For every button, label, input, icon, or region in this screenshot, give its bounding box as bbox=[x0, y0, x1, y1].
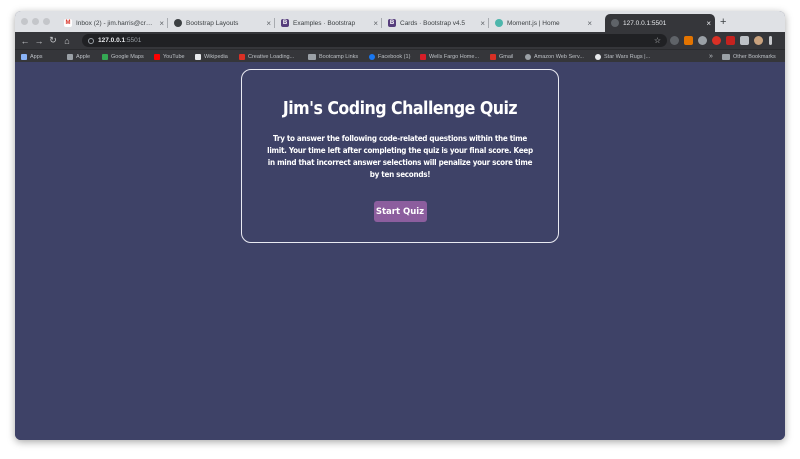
quiz-intro-card: Jim's Coding Challenge Quiz Try to answe… bbox=[241, 69, 559, 243]
quiz-title: Jim's Coding Challenge Quiz bbox=[282, 98, 518, 119]
tab-cards-bootstrap[interactable]: B Cards · Bootstrap v4.5 × bbox=[382, 14, 489, 32]
close-tab-icon[interactable]: × bbox=[480, 19, 485, 28]
tab-gmail[interactable]: M Inbox (2) - jim.harris@creativ... × bbox=[58, 14, 168, 32]
bookmark-label: Apps bbox=[30, 53, 43, 60]
tab-title: Inbox (2) - jim.harris@creativ... bbox=[76, 19, 155, 27]
gmail-icon bbox=[239, 53, 245, 60]
extension-icon[interactable] bbox=[726, 36, 735, 45]
bookmark-wells-fargo[interactable]: Wells Fargo Home... bbox=[420, 51, 479, 62]
moment-icon bbox=[495, 19, 503, 27]
facebook-icon bbox=[369, 53, 375, 60]
folder-icon bbox=[722, 53, 730, 60]
wells-fargo-icon bbox=[420, 53, 426, 60]
home-icon[interactable]: ⌂ bbox=[60, 36, 74, 46]
bookmark-label: Other Bookmarks bbox=[733, 53, 776, 60]
close-tab-icon[interactable]: × bbox=[706, 19, 711, 28]
apple-icon bbox=[67, 53, 73, 60]
globe-icon bbox=[174, 19, 182, 27]
address-host: 127.0.0.1 bbox=[98, 37, 126, 44]
extension-icon[interactable] bbox=[698, 36, 707, 45]
wikipedia-icon bbox=[195, 53, 201, 60]
tab-title: Bootstrap Layouts bbox=[186, 19, 239, 27]
bookmark-label: Facebook (1) bbox=[378, 53, 411, 60]
tab-examples-bootstrap[interactable]: B Examples · Bootstrap × bbox=[275, 14, 382, 32]
page-content: Jim's Coding Challenge Quiz Try to answe… bbox=[15, 62, 785, 440]
maximize-window-button[interactable] bbox=[43, 18, 50, 25]
extension-icon[interactable] bbox=[670, 36, 679, 45]
star-wars-icon bbox=[595, 53, 601, 60]
minimize-window-button[interactable] bbox=[32, 18, 39, 25]
extensions-puzzle-icon[interactable] bbox=[740, 36, 749, 45]
forward-icon[interactable]: → bbox=[32, 36, 46, 46]
tab-title: 127.0.0.1:5501 bbox=[623, 19, 667, 27]
bootstrap-icon: B bbox=[388, 19, 396, 27]
bookmark-bootcamp-links[interactable]: Bootcamp Links bbox=[308, 51, 358, 62]
bookmark-apps[interactable]: Apps bbox=[21, 51, 43, 62]
tab-strip: M Inbox (2) - jim.harris@creativ... × Bo… bbox=[15, 11, 785, 32]
address-bar[interactable]: 127.0.0.1 :5501 ☆ bbox=[82, 34, 667, 47]
avatar[interactable] bbox=[754, 36, 763, 45]
gmail-icon: M bbox=[64, 19, 72, 27]
bookmark-label: Wells Fargo Home... bbox=[429, 53, 480, 60]
bookmark-label: Wikipedia bbox=[204, 53, 228, 60]
extension-icon[interactable] bbox=[712, 36, 721, 45]
other-bookmarks[interactable]: Other Bookmarks bbox=[722, 51, 776, 62]
start-quiz-button[interactable]: Start Quiz bbox=[373, 201, 427, 222]
maps-icon bbox=[102, 53, 108, 60]
globe-icon bbox=[525, 53, 531, 60]
bookmark-star-wars-rugs[interactable]: Star Wars Rugs |... bbox=[595, 51, 650, 62]
reload-icon[interactable]: ↻ bbox=[46, 35, 60, 46]
youtube-icon bbox=[154, 53, 160, 60]
bookmark-youtube[interactable]: YouTube bbox=[154, 51, 185, 62]
apps-icon bbox=[21, 53, 27, 60]
quiz-description: Try to answer the following code-related… bbox=[267, 134, 533, 179]
new-tab-button[interactable]: + bbox=[720, 16, 726, 28]
tab-moment[interactable]: Moment.js | Home × bbox=[489, 14, 596, 32]
close-tab-icon[interactable]: × bbox=[266, 19, 271, 28]
bookmark-aws[interactable]: Amazon Web Serv... bbox=[525, 51, 584, 62]
browser-window: M Inbox (2) - jim.harris@creativ... × Bo… bbox=[15, 11, 785, 440]
close-tab-icon[interactable]: × bbox=[587, 19, 592, 28]
tab-title: Examples · Bootstrap bbox=[293, 19, 356, 27]
bookmark-creative-loading[interactable]: Creative Loading... bbox=[239, 51, 294, 62]
bookmark-google-maps[interactable]: Google Maps bbox=[102, 51, 144, 62]
bookmark-label: YouTube bbox=[163, 53, 185, 60]
bookmark-wikipedia[interactable]: Wikipedia bbox=[195, 51, 228, 62]
more-bookmarks-button[interactable]: » bbox=[709, 51, 713, 62]
tab-bootstrap-layouts[interactable]: Bootstrap Layouts × bbox=[168, 14, 275, 32]
bookmark-label: Bootcamp Links bbox=[319, 53, 359, 60]
tab-title: Moment.js | Home bbox=[507, 19, 560, 27]
bootstrap-icon: B bbox=[281, 19, 289, 27]
close-window-button[interactable] bbox=[21, 18, 28, 25]
bookmark-gmail[interactable]: Gmail bbox=[490, 51, 513, 62]
tab-title: Cards · Bootstrap v4.5 bbox=[400, 19, 466, 27]
back-icon[interactable]: ← bbox=[18, 36, 32, 46]
close-tab-icon[interactable]: × bbox=[159, 19, 164, 28]
bookmark-apple[interactable]: Apple bbox=[67, 51, 90, 62]
globe-icon bbox=[611, 19, 619, 27]
address-port: :5501 bbox=[125, 37, 142, 44]
extension-icon[interactable] bbox=[684, 36, 693, 45]
gmail-icon bbox=[490, 53, 496, 60]
menu-icon[interactable] bbox=[769, 36, 772, 45]
folder-icon bbox=[308, 53, 316, 60]
bookmark-label: Google Maps bbox=[111, 53, 144, 60]
bookmark-label: Amazon Web Serv... bbox=[534, 53, 584, 60]
bookmarks-bar: Apps Apple Google Maps YouTube Wikipedia… bbox=[15, 49, 785, 62]
site-info-icon[interactable] bbox=[88, 37, 94, 44]
bookmark-star-icon[interactable]: ☆ bbox=[654, 36, 661, 45]
tab-localhost[interactable]: 127.0.0.1:5501 × bbox=[605, 14, 715, 32]
bookmark-label: Star Wars Rugs |... bbox=[604, 53, 651, 60]
bookmark-label: Creative Loading... bbox=[248, 53, 295, 60]
close-tab-icon[interactable]: × bbox=[373, 19, 378, 28]
bookmark-label: Apple bbox=[76, 53, 91, 60]
bookmark-facebook[interactable]: Facebook (1) bbox=[369, 51, 410, 62]
bookmark-label: Gmail bbox=[499, 53, 514, 60]
